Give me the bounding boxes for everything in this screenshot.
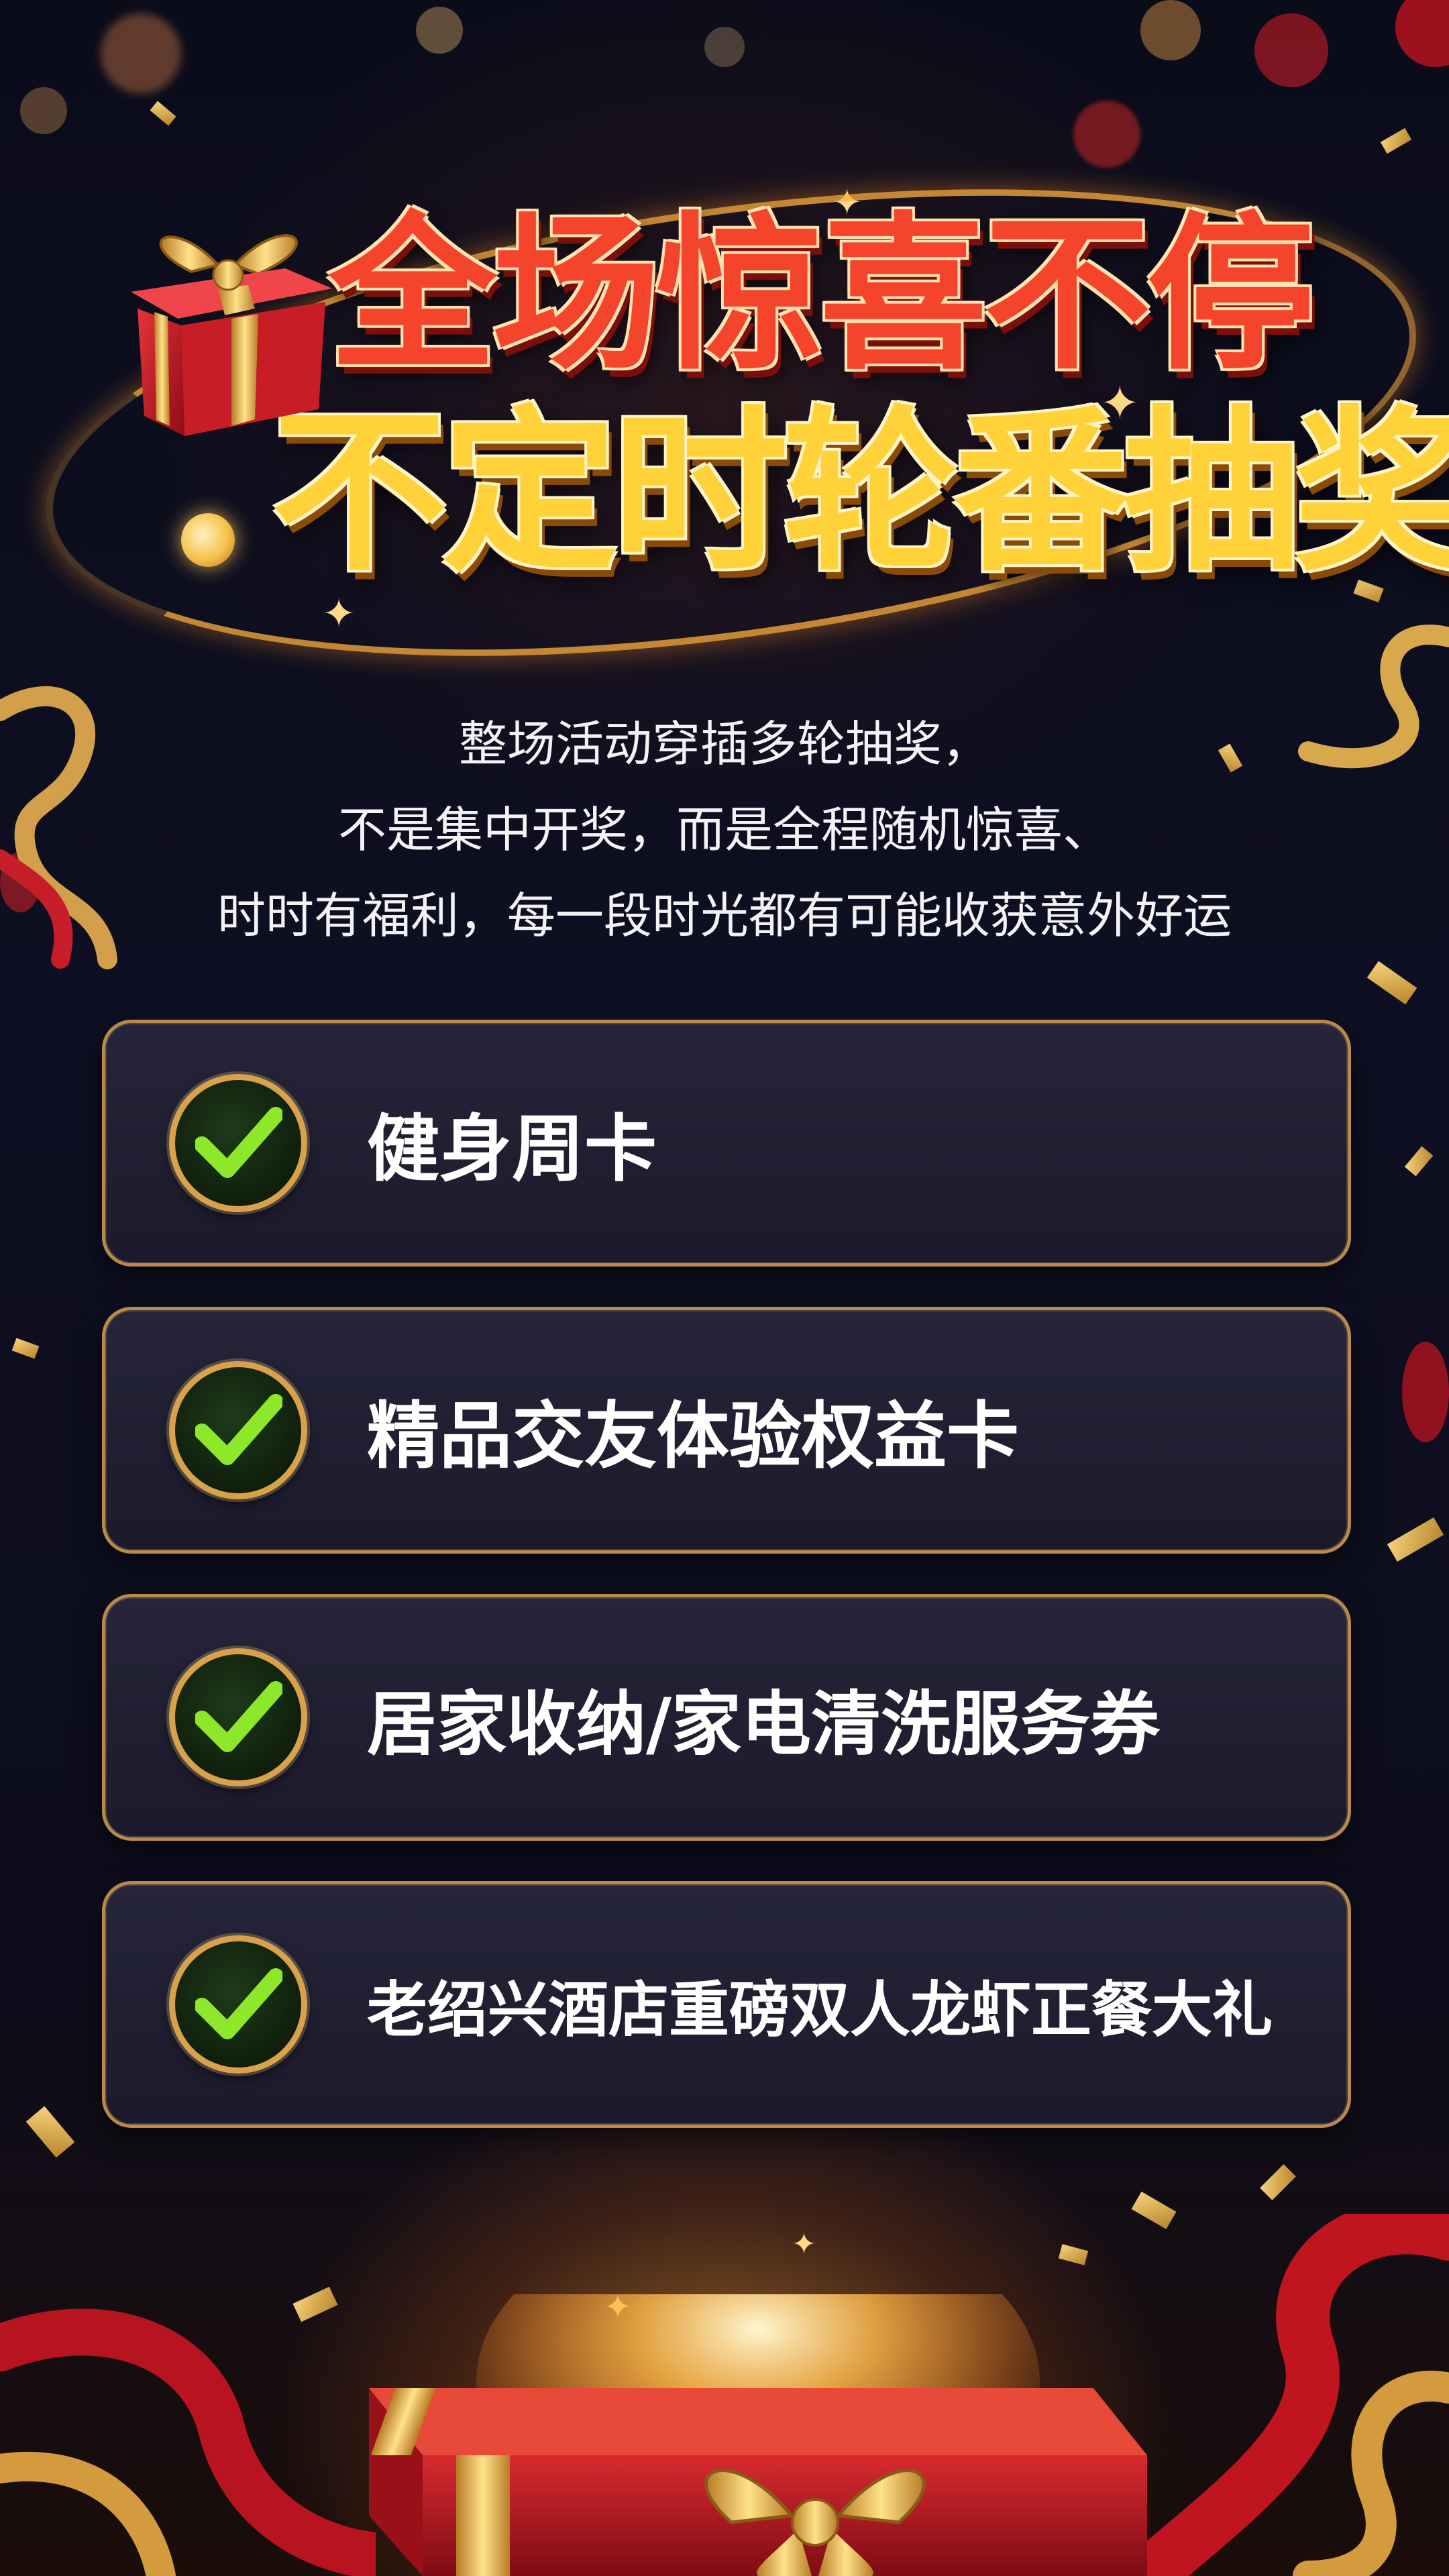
prize-card: 精品交友体验权益卡 (102, 1307, 1351, 1554)
prize-card: 健身周卡 (102, 1020, 1351, 1267)
headline-line-1: 全场惊喜不停 (329, 197, 1315, 392)
prize-card: 老绍兴酒店重磅双人龙虾正餐大礼 (102, 1881, 1351, 2128)
gold-dot-icon (181, 513, 235, 567)
bokeh-light (704, 27, 745, 67)
prize-label: 精品交友体验权益卡 (367, 1395, 1020, 1479)
prize-card: 居家收纳/家电清洗服务券 (102, 1594, 1351, 1841)
confetti (1366, 961, 1417, 1005)
bokeh-light (1395, 0, 1449, 67)
check-icon (169, 1648, 307, 1786)
confetti (1404, 1146, 1434, 1177)
ribbon-decoration (0, 2308, 376, 2576)
confetti (11, 1338, 40, 1359)
bokeh-light (1140, 0, 1201, 60)
bokeh-light (20, 87, 67, 134)
bokeh-light (1402, 1342, 1449, 1442)
bokeh-light (1254, 13, 1328, 87)
open-gift-box-icon (369, 2294, 1147, 2576)
bokeh-light (416, 7, 463, 54)
confetti (1387, 1517, 1444, 1562)
description: 整场活动穿插多轮抽奖， 不是集中开奖，而是全程随机惊喜、 时时有福利，每一段时光… (0, 701, 1449, 959)
description-line-1: 整场活动穿插多轮抽奖， (458, 716, 990, 772)
prize-label: 居家收纳/家电清洗服务券 (367, 1682, 1160, 1765)
headline-line-2: 不定时轮番抽奖 (272, 390, 1449, 595)
confetti (1380, 127, 1412, 154)
check-icon (169, 1074, 307, 1212)
confetti (1260, 2164, 1296, 2200)
prize-label: 健身周卡 (367, 1108, 657, 1191)
bokeh-light (1073, 101, 1140, 168)
sparkle-icon: ✦ (792, 2227, 816, 2261)
check-icon (169, 1935, 307, 2074)
confetti (1058, 2244, 1089, 2265)
confetti (25, 2106, 75, 2158)
description-line-3: 时时有福利，每一段时光都有可能收获意外好运 (217, 888, 1232, 944)
check-icon (169, 1361, 307, 1499)
gift-box-icon (131, 234, 332, 436)
confetti (150, 101, 176, 126)
description-line-2: 不是集中开奖，而是全程随机惊喜、 (337, 802, 1111, 858)
prize-label: 老绍兴酒店重磅双人龙虾正餐大礼 (367, 1975, 1273, 2045)
poster: ✦ ✦ ✦ ✦ ✦ ✦ 全场惊喜不停 不定时轮番抽奖 (0, 0, 1449, 2576)
bokeh-light (101, 13, 181, 94)
